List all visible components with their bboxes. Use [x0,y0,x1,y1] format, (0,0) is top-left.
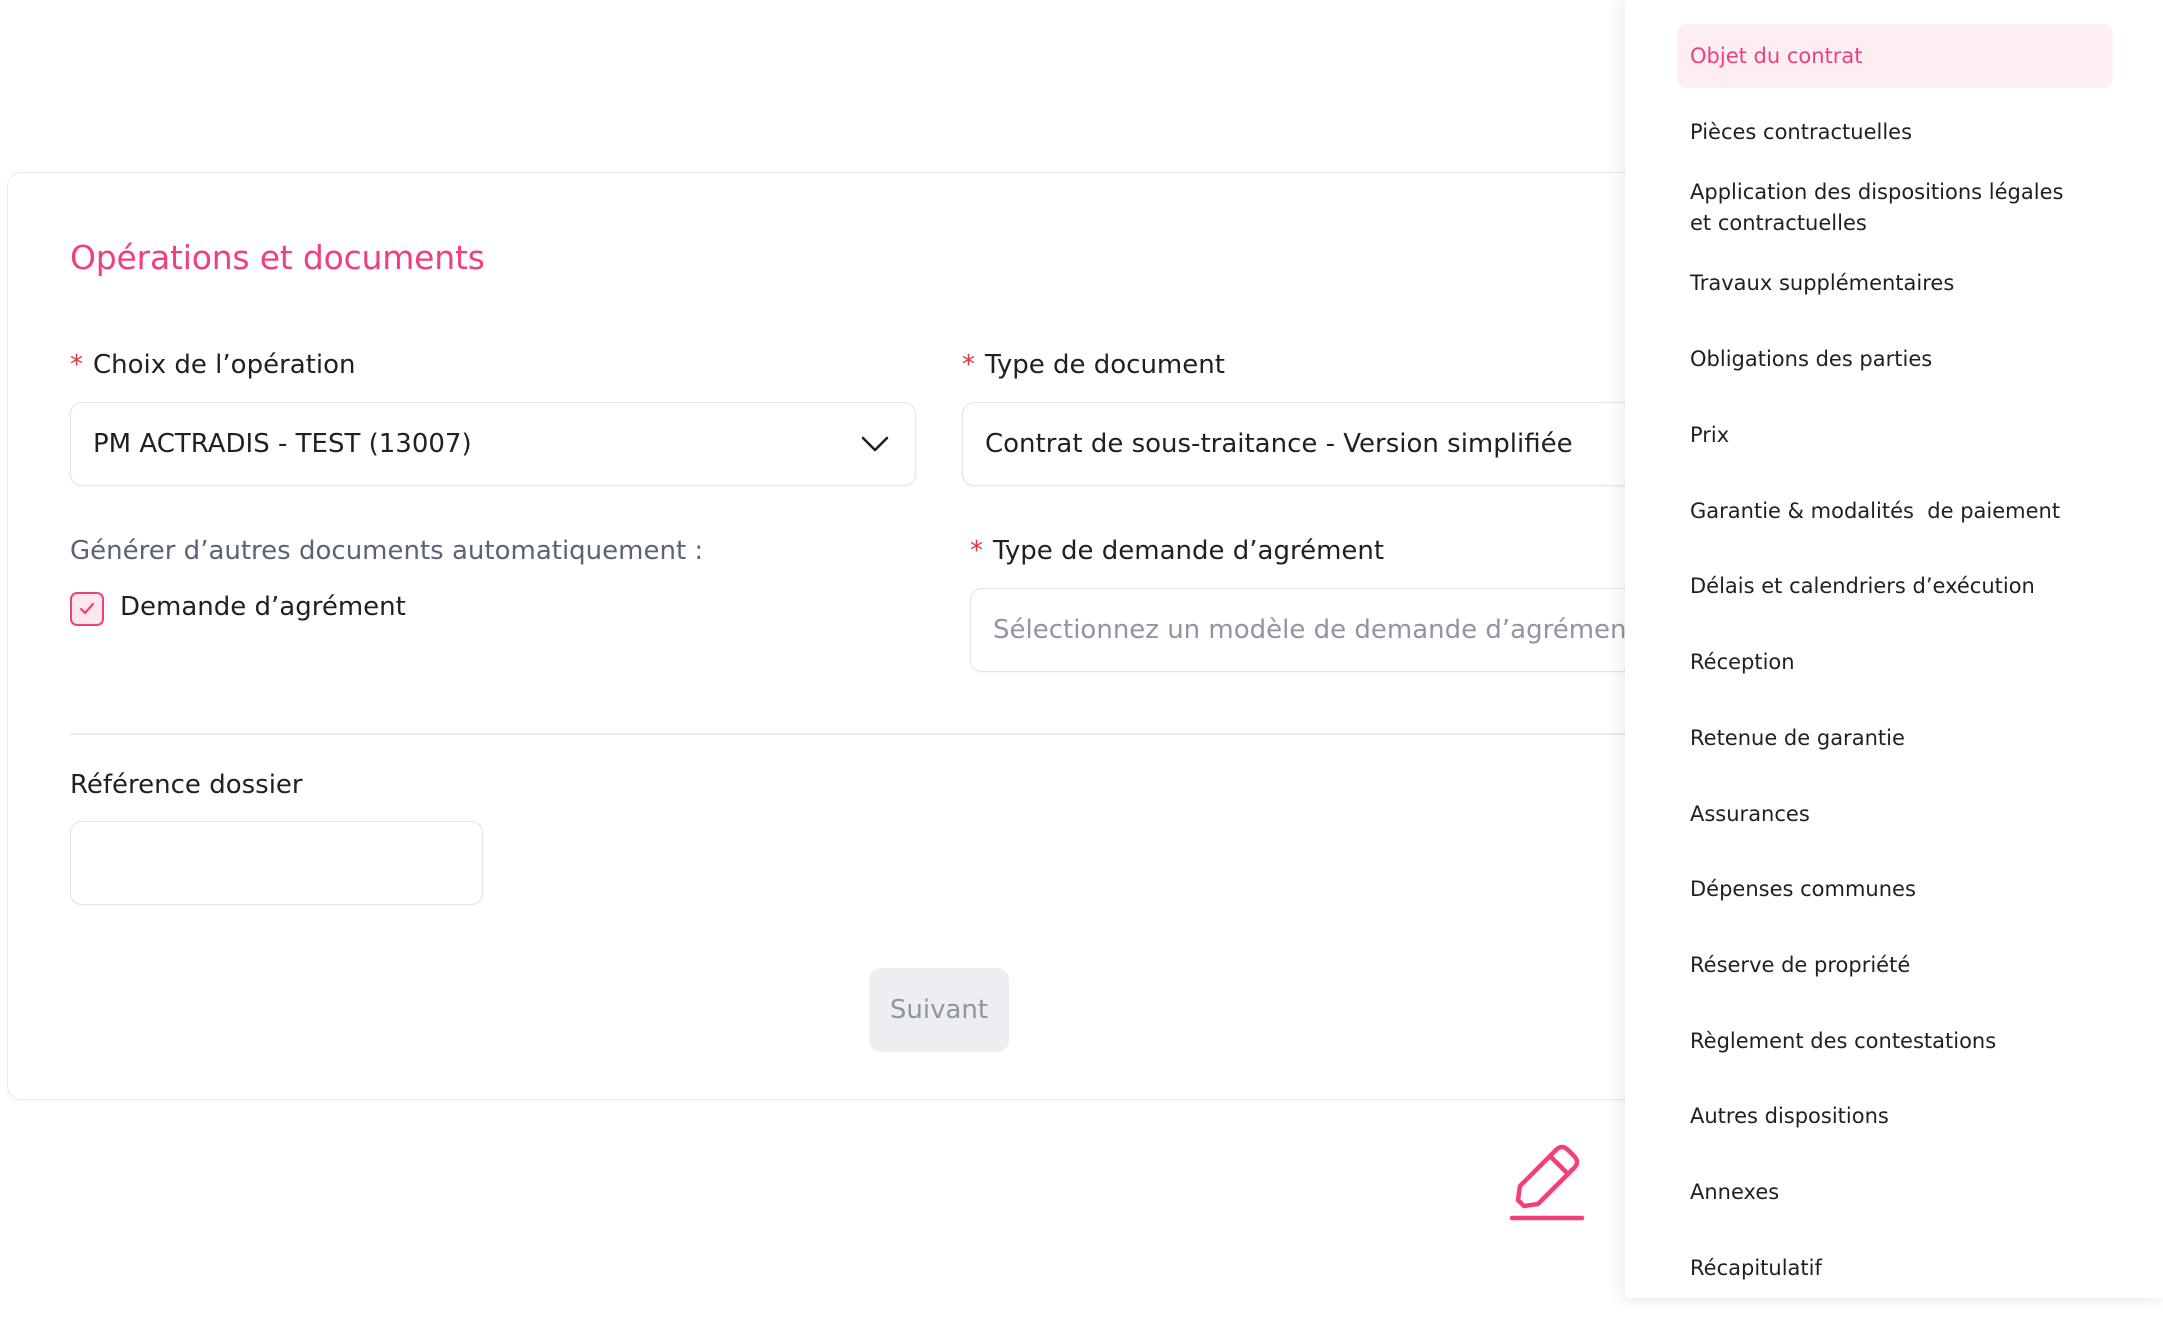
reference-input[interactable] [70,821,483,905]
nav-item-reception[interactable]: Réception [1690,647,2090,678]
approval-request-checkbox[interactable] [70,592,104,626]
document-type-select-value: Contrat de sous-traitance - Version simp… [985,429,1573,459]
approval-request-checkbox-label[interactable]: Demande d’agrément [120,592,406,622]
operation-select-value: PM ACTRADIS - TEST (13007) [93,429,472,459]
approval-type-label: * Type de demande d’agrément [970,536,1384,566]
auto-generate-label: Générer d’autres documents automatiqueme… [70,536,704,566]
nav-item-pieces-contractuelles[interactable]: Pièces contractuelles [1690,117,2090,148]
nav-item-application-dispositions[interactable]: Application des dispositions légales et … [1690,177,2070,239]
approval-type-select[interactable]: Sélectionnez un modèle de demande d’agré… [970,588,1722,672]
nav-item-garantie-paiement[interactable]: Garantie & modalités de paiement [1690,496,2090,527]
document-type-label-text: Type de document [985,350,1225,380]
nav-item-travaux-supplementaires[interactable]: Travaux supplémentaires [1690,268,2090,299]
required-mark: * [962,350,975,380]
page-title: Opérations et documents [70,238,485,277]
nav-item-reserve-de-propriete[interactable]: Réserve de propriété [1690,950,2090,981]
nav-item-depenses-communes[interactable]: Dépenses communes [1690,874,2090,905]
required-mark: * [70,350,83,380]
approval-type-label-text: Type de demande d’agrément [993,536,1385,566]
nav-item-recapitulatif[interactable]: Récapitulatif [1690,1253,2090,1284]
required-mark: * [970,536,983,566]
document-type-select[interactable]: Contrat de sous-traitance - Version simp… [962,402,1722,486]
nav-item-autres-dispositions[interactable]: Autres dispositions [1690,1101,2090,1132]
operation-label-text: Choix de l’opération [93,350,356,380]
chevron-down-icon [861,436,889,452]
approval-type-placeholder: Sélectionnez un modèle de demande d’agré… [993,615,1637,645]
nav-item-annexes[interactable]: Annexes [1690,1177,2090,1208]
nav-item-assurances[interactable]: Assurances [1690,799,2090,830]
document-type-label: * Type de document [962,350,1225,380]
nav-item-objet-du-contrat[interactable]: Objet du contrat [1690,41,2090,72]
nav-item-delais-calendriers[interactable]: Délais et calendriers d’exécution [1690,571,2090,602]
operation-select[interactable]: PM ACTRADIS - TEST (13007) [70,402,916,486]
section-divider [70,733,1710,735]
reference-label: Référence dossier [70,770,303,800]
nav-item-reglement-contestations[interactable]: Règlement des contestations [1690,1026,2090,1057]
nav-item-retenue-de-garantie[interactable]: Retenue de garantie [1690,723,2090,754]
nav-item-prix[interactable]: Prix [1690,420,2090,451]
nav-item-obligations-des-parties[interactable]: Obligations des parties [1690,344,2090,375]
check-icon [79,602,95,615]
contract-sections-nav: Objet du contrat Pièces contractuelles A… [1625,0,2163,1298]
pencil-icon[interactable] [1508,1138,1586,1222]
operation-label: * Choix de l’opération [70,350,356,380]
next-button[interactable]: Suivant [869,968,1009,1052]
